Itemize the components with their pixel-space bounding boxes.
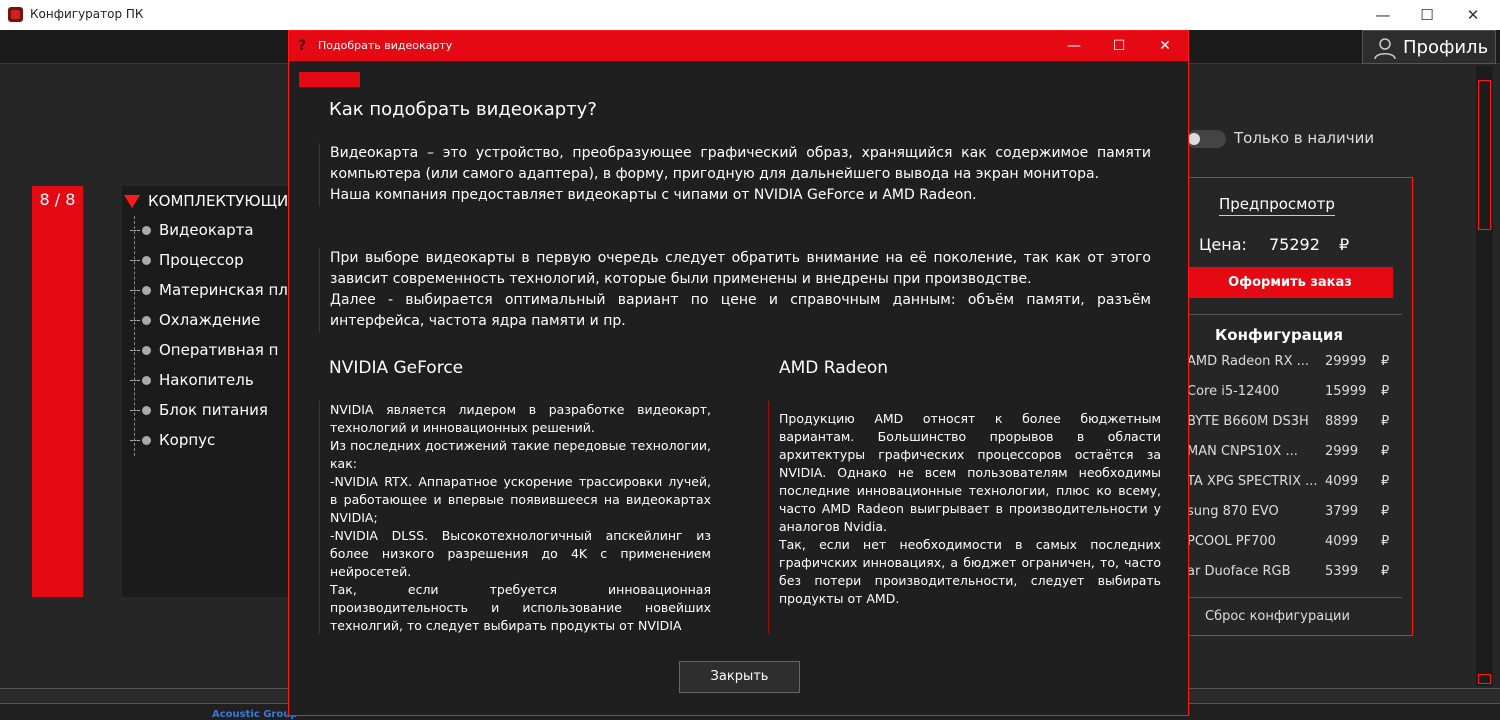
in-stock-toggle[interactable] bbox=[1186, 130, 1226, 148]
config-item-currency: ₽ bbox=[1381, 354, 1390, 369]
selection-paragraph: При выборе видеокарты в первую очередь с… bbox=[319, 248, 1151, 332]
tree-item-cpu[interactable]: Процессор bbox=[130, 251, 244, 275]
tree-item-label: Оперативная п bbox=[159, 341, 279, 359]
dialog-title-bar: ? Подобрать видеокарту — ☐ ✕ bbox=[289, 31, 1188, 61]
in-stock-label: Только в наличии bbox=[1234, 129, 1375, 147]
selection-text: При выборе видеокарты в первую очередь с… bbox=[330, 250, 1151, 287]
tree-item-case[interactable]: Корпус bbox=[130, 431, 216, 455]
config-item-price: 15999 bbox=[1325, 384, 1367, 399]
tree-node-icon bbox=[130, 346, 151, 355]
amd-title: AMD Radeon bbox=[779, 358, 889, 378]
config-item-name: MAN CNPS10X ... bbox=[1187, 444, 1298, 459]
tree-heading[interactable]: КОМПЛЕКТУЮЩИ bbox=[124, 192, 288, 210]
profile-button[interactable]: Профиль bbox=[1362, 30, 1496, 64]
dialog-maximize-button[interactable]: ☐ bbox=[1096, 31, 1142, 61]
tree-item-label: Видеокарта bbox=[159, 221, 254, 239]
tree-item-label: Материнская пл bbox=[159, 281, 288, 299]
config-item-price: 3799 bbox=[1325, 504, 1359, 519]
config-item-name: BYTE B660M DS3H bbox=[1187, 414, 1309, 429]
tree-item-psu[interactable]: Блок питания bbox=[130, 401, 268, 425]
dialog-minimize-button[interactable]: — bbox=[1051, 31, 1097, 61]
accent-bar bbox=[299, 72, 360, 87]
intro-text: Видеокарта – это устройство, преобразующ… bbox=[330, 145, 1151, 182]
tree-node-icon bbox=[130, 286, 151, 295]
preview-panel: Предпросмотр Цена: 75292 ₽ Оформить зака… bbox=[1186, 177, 1413, 636]
tree-node-icon bbox=[130, 376, 151, 385]
config-item-currency: ₽ bbox=[1381, 564, 1390, 579]
config-item-name: TA XPG SPECTRIX ... bbox=[1187, 474, 1317, 489]
divider bbox=[1187, 597, 1402, 598]
order-button[interactable]: Оформить заказ bbox=[1187, 267, 1393, 298]
intro-paragraph: Видеокарта – это устройство, преобразующ… bbox=[319, 143, 1151, 206]
nvidia-title: NVIDIA GeForce bbox=[329, 358, 464, 378]
tree-connector bbox=[134, 216, 135, 456]
config-title: Конфигурация bbox=[1215, 326, 1344, 344]
tree-node-icon bbox=[130, 256, 151, 265]
profile-label: Профиль bbox=[1403, 37, 1489, 58]
footer-brand-text: Acoustic Group bbox=[212, 709, 298, 720]
tree-item-motherboard[interactable]: Материнская пл bbox=[130, 281, 288, 305]
step-progress: 8 / 8 bbox=[32, 186, 83, 597]
dialog-close-button[interactable]: ✕ bbox=[1142, 31, 1188, 61]
dialog-title: Подобрать видеокарту bbox=[318, 39, 453, 52]
config-item-price: 8899 bbox=[1325, 414, 1359, 429]
gpu-guide-dialog: ? Подобрать видеокарту — ☐ ✕ Как подобра… bbox=[288, 30, 1189, 716]
config-item-price: 29999 bbox=[1325, 354, 1367, 369]
scrollbar-thumb[interactable] bbox=[1478, 80, 1491, 230]
scroll-down-arrow[interactable] bbox=[1478, 674, 1491, 684]
tree-item-storage[interactable]: Накопитель bbox=[130, 371, 254, 395]
intro-text-companies: Наша компания предоставляет видеокарты с… bbox=[330, 187, 977, 203]
amd-text: Продукцию AMD относят к более бюджетным … bbox=[768, 401, 1161, 634]
tree-item-label: Корпус bbox=[159, 431, 216, 449]
config-item-name: AMD Radeon RX ... bbox=[1187, 354, 1310, 369]
config-item-currency: ₽ bbox=[1381, 414, 1390, 429]
reset-config-button[interactable]: Сброс конфигурации bbox=[1205, 609, 1350, 624]
selection-text-params: Далее - выбирается оптимальный вариант п… bbox=[330, 292, 1151, 329]
config-item-currency: ₽ bbox=[1381, 474, 1390, 489]
config-item-currency: ₽ bbox=[1381, 384, 1390, 399]
config-item-name: ar Duoface RGB bbox=[1187, 564, 1291, 579]
close-dialog-button[interactable]: Закрыть bbox=[679, 661, 800, 693]
config-item-price: 4099 bbox=[1325, 534, 1359, 549]
price-label: Цена: bbox=[1199, 235, 1247, 254]
tree-item-ram[interactable]: Оперативная п bbox=[130, 341, 279, 365]
minimize-button[interactable]: — bbox=[1360, 0, 1406, 30]
window-title-bar: Конфигуратор ПК — ☐ ✕ bbox=[0, 0, 1500, 30]
dialog-heading: Как подобрать видеокарту? bbox=[329, 99, 597, 120]
config-item-price: 4099 bbox=[1325, 474, 1359, 489]
config-item-currency: ₽ bbox=[1381, 534, 1390, 549]
divider bbox=[1187, 314, 1402, 315]
price-value: 75292 bbox=[1269, 235, 1320, 254]
tree-item-cooling[interactable]: Охлаждение bbox=[130, 311, 261, 335]
tree-node-icon bbox=[130, 316, 151, 325]
user-icon bbox=[1374, 38, 1396, 60]
tree-item-label: Процессор bbox=[159, 251, 244, 269]
config-item-name: Core i5-12400 bbox=[1187, 384, 1280, 399]
tree-heading-label: КОМПЛЕКТУЮЩИ bbox=[148, 192, 289, 210]
tree-node-icon bbox=[130, 406, 151, 415]
tree-node-icon bbox=[130, 226, 151, 235]
collapse-triangle-icon bbox=[124, 195, 140, 208]
config-item-price: 5399 bbox=[1325, 564, 1359, 579]
window-title: Конфигуратор ПК bbox=[30, 7, 144, 21]
close-window-button[interactable]: ✕ bbox=[1450, 0, 1496, 30]
config-item-currency: ₽ bbox=[1381, 444, 1390, 459]
tree-item-gpu[interactable]: Видеокарта bbox=[130, 221, 254, 245]
app-icon bbox=[8, 7, 23, 22]
step-counter: 8 / 8 bbox=[39, 190, 76, 209]
tree-item-label: Блок питания bbox=[159, 401, 268, 419]
price-currency: ₽ bbox=[1339, 235, 1350, 254]
config-item-currency: ₽ bbox=[1381, 504, 1390, 519]
config-item-name: sung 870 EVO bbox=[1187, 504, 1279, 519]
preview-title: Предпросмотр bbox=[1219, 195, 1335, 216]
tree-item-label: Охлаждение bbox=[159, 311, 261, 329]
config-item-name: PCOOL PF700 bbox=[1187, 534, 1276, 549]
tree-item-label: Накопитель bbox=[159, 371, 254, 389]
question-icon: ? bbox=[298, 38, 307, 54]
vertical-scrollbar[interactable] bbox=[1476, 66, 1493, 686]
tree-node-icon bbox=[130, 436, 151, 445]
maximize-button[interactable]: ☐ bbox=[1404, 0, 1450, 30]
config-item-price: 2999 bbox=[1325, 444, 1359, 459]
nvidia-text: NVIDIA является лидером в разработке вид… bbox=[319, 401, 711, 634]
